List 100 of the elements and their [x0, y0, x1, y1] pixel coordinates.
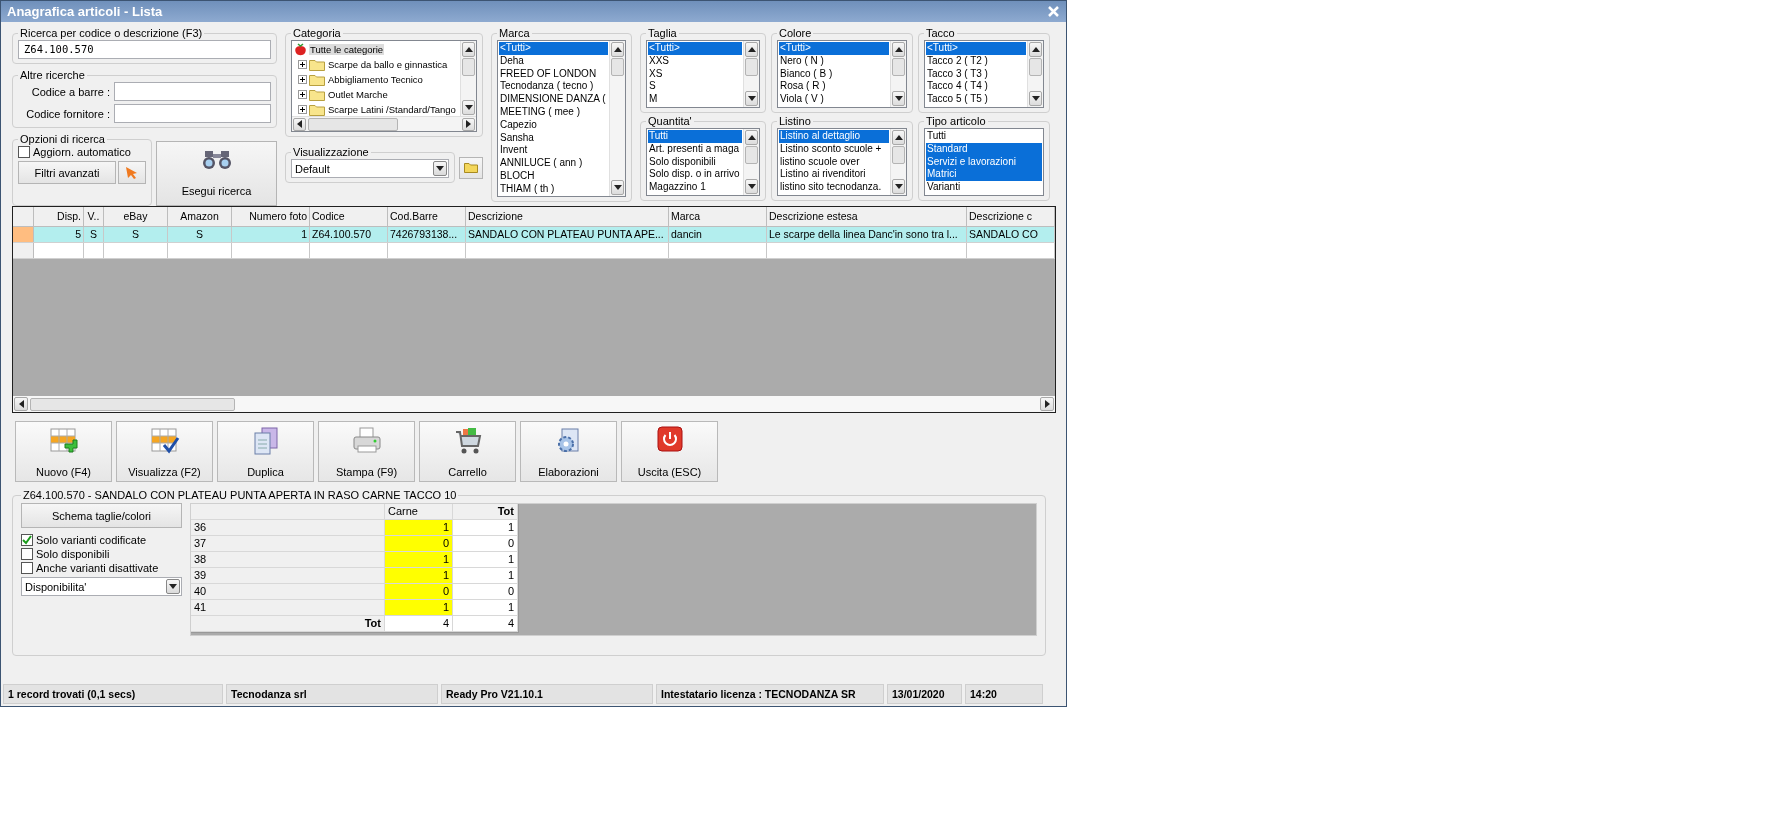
scrollbar[interactable] — [1027, 41, 1043, 107]
list-box[interactable]: <Tutti> XXS XS S M — [646, 40, 760, 108]
scrollbar[interactable] — [743, 41, 759, 107]
view-dropdown[interactable]: Default — [291, 159, 449, 178]
column-header[interactable]: Marca — [669, 207, 767, 226]
scrollbar[interactable] — [890, 41, 906, 107]
checkbox[interactable] — [21, 534, 33, 546]
column-header[interactable]: Disp. — [34, 207, 84, 226]
list-box[interactable]: Tutti Standard Servizi e lavorazioni Matrici Varianti — [924, 128, 1044, 196]
list-box[interactable]: Tutti Art. presenti a maga Solo disponibili Solo disp. o in arrivo Magazzino 1 — [646, 128, 760, 196]
table-row[interactable]: 5 S S S 1 Z64.100.570 7426793138... SANDALO CON PLATEAU PUNTA APE... dancin Le scarpe della linea Danc'in sono tra l... SANDALO CO — [13, 227, 1055, 243]
list-item[interactable]: Art. presenti a maga — [648, 142, 742, 156]
list-box[interactable]: <Tutti> Deha FREED OF LONDON Tecnodanza ( tecno ) DIMENSIONE DANZA ( MEETING ( mee ) Capezio Sansha Invent ANNILUCE ( ann ) BLOCH THIAM ( th ) — [497, 40, 626, 197]
list-item[interactable]: Tutti — [648, 130, 742, 143]
list-item[interactable]: XS — [648, 67, 742, 81]
list-item[interactable]: Magazzino 1 — [648, 181, 742, 194]
list-item[interactable]: <Tutti> — [648, 42, 742, 55]
list-item[interactable]: Rosa ( R ) — [779, 80, 889, 94]
list-item[interactable]: Tacco 5 ( T5 ) — [926, 93, 1026, 106]
scroll-thumb[interactable] — [892, 58, 905, 76]
list-item[interactable]: ANNILUCE ( ann ) — [499, 157, 608, 170]
checkbox[interactable] — [21, 548, 33, 560]
list-item[interactable]: Nero ( N ) — [779, 54, 889, 68]
list-item[interactable]: Capezio — [499, 118, 608, 132]
list-box[interactable]: <Tutti> Tacco 2 ( T2 ) Tacco 3 ( T3 ) Tacco 4 ( T4 ) Tacco 5 ( T5 ) — [924, 40, 1044, 108]
list-item[interactable]: <Tutti> — [779, 42, 889, 55]
list-item[interactable]: Listino sconto scuole + — [779, 142, 889, 156]
tree-item[interactable]: Tutte le categorie — [309, 44, 385, 55]
list-item[interactable]: Listino al dettaglio — [779, 130, 889, 143]
close-button[interactable] — [1046, 4, 1060, 19]
list-item[interactable]: XXS — [648, 54, 742, 68]
column-header[interactable]: Amazon — [168, 207, 232, 226]
column-header[interactable]: Descrizione estesa — [767, 207, 967, 226]
list-item[interactable]: Tutti — [926, 130, 1042, 143]
run-search-button[interactable]: Esegui ricerca — [156, 141, 277, 206]
list-item[interactable]: listino sito tecnodanza. — [779, 181, 889, 194]
list-item[interactable]: Invent — [499, 144, 608, 158]
scroll-thumb[interactable] — [745, 58, 758, 76]
column-header[interactable]: Cod.Barre — [388, 207, 466, 226]
scroll-thumb[interactable] — [30, 397, 235, 411]
input-field[interactable] — [114, 82, 271, 101]
toolbar-button[interactable]: Carrello — [419, 421, 516, 482]
toolbar-button[interactable]: Duplica — [217, 421, 314, 482]
column-header[interactable]: Descrizione c — [967, 207, 1055, 226]
folder-button[interactable] — [459, 157, 483, 179]
scrollbar[interactable] — [890, 129, 906, 195]
scroll-thumb[interactable] — [1029, 58, 1042, 76]
tree-item[interactable]: Scarpe Latini /Standard/Tango — [327, 104, 457, 115]
hand-pointer-button[interactable] — [118, 161, 146, 184]
expand-icon[interactable] — [298, 90, 307, 99]
list-item[interactable]: Tacco 2 ( T2 ) — [926, 54, 1026, 68]
column-header[interactable]: Codice — [310, 207, 388, 226]
advanced-filters-button[interactable]: Filtri avanzati — [18, 161, 116, 184]
list-item[interactable]: Tacco 3 ( T3 ) — [926, 67, 1026, 81]
search-field[interactable]: Z64.100.570 — [18, 40, 271, 59]
scroll-thumb[interactable] — [745, 146, 758, 164]
list-item[interactable]: M — [648, 93, 742, 106]
list-box[interactable]: <Tutti> Nero ( N ) Bianco ( B ) Rosa ( R ) Viola ( V ) — [777, 40, 907, 108]
scheme-button[interactable]: Schema taglie/colori — [21, 503, 182, 528]
tree-item[interactable]: Scarpe da ballo e ginnastica — [327, 59, 449, 70]
scrollbar[interactable] — [743, 129, 759, 195]
list-item[interactable]: <Tutti> — [499, 42, 608, 55]
mode-dropdown[interactable]: Disponibilita' — [21, 577, 182, 596]
toolbar-button[interactable]: Stampa (F9) — [318, 421, 415, 482]
toolbar-button[interactable]: Uscita (ESC) — [621, 421, 718, 482]
toolbar-button[interactable]: Visualizza (F2) — [116, 421, 213, 482]
scroll-thumb[interactable] — [611, 58, 624, 76]
list-item[interactable]: Listino ai rivenditori — [779, 168, 889, 182]
list-item[interactable]: FREED OF LONDON — [499, 67, 608, 81]
column-header[interactable]: V.. — [84, 207, 104, 226]
table-row[interactable] — [13, 243, 1055, 259]
list-item[interactable]: Viola ( V ) — [779, 93, 889, 106]
list-item[interactable]: Varianti — [926, 181, 1042, 194]
list-item[interactable]: MEETING ( mee ) — [499, 106, 608, 119]
list-box[interactable]: Listino al dettaglio Listino sconto scuole + listino scuole over Listino ai rivenditori listino sito tecnodanza. — [777, 128, 907, 196]
scrollbar[interactable] — [609, 41, 625, 196]
list-item[interactable]: Tacco 4 ( T4 ) — [926, 80, 1026, 94]
list-item[interactable]: Bianco ( B ) — [779, 67, 889, 81]
list-item[interactable]: Deha — [499, 54, 608, 68]
checkbox[interactable] — [18, 146, 30, 158]
column-header[interactable]: Descrizione — [466, 207, 669, 226]
toolbar-button[interactable]: Nuovo (F4) — [15, 421, 112, 482]
column-header[interactable]: Numero foto — [232, 207, 310, 226]
scroll-thumb[interactable] — [308, 117, 398, 131]
toolbar-button[interactable]: Elaborazioni — [520, 421, 617, 482]
expand-icon[interactable] — [298, 75, 307, 84]
list-item[interactable]: Matrici — [926, 168, 1042, 182]
list-item[interactable]: S — [648, 80, 742, 94]
list-item[interactable]: THIAM ( th ) — [499, 182, 608, 196]
column-header[interactable]: eBay — [104, 207, 168, 226]
list-item[interactable]: BLOCH — [499, 169, 608, 183]
category-tree[interactable]: Tutte le categorie Scarpe da ballo e ginnastica Abbigliamento Tecnico Outlet Marche Scarpe Latini /Standard/Tango — [291, 40, 477, 132]
list-item[interactable]: listino scuole over — [779, 155, 889, 169]
scrollbar[interactable] — [460, 41, 476, 116]
list-item[interactable]: DIMENSIONE DANZA ( — [499, 93, 608, 106]
input-field[interactable] — [114, 104, 271, 123]
expand-icon[interactable] — [298, 105, 307, 114]
checkbox[interactable] — [21, 562, 33, 574]
list-item[interactable]: Sansha — [499, 131, 608, 145]
tree-item[interactable]: Outlet Marche — [327, 89, 389, 100]
